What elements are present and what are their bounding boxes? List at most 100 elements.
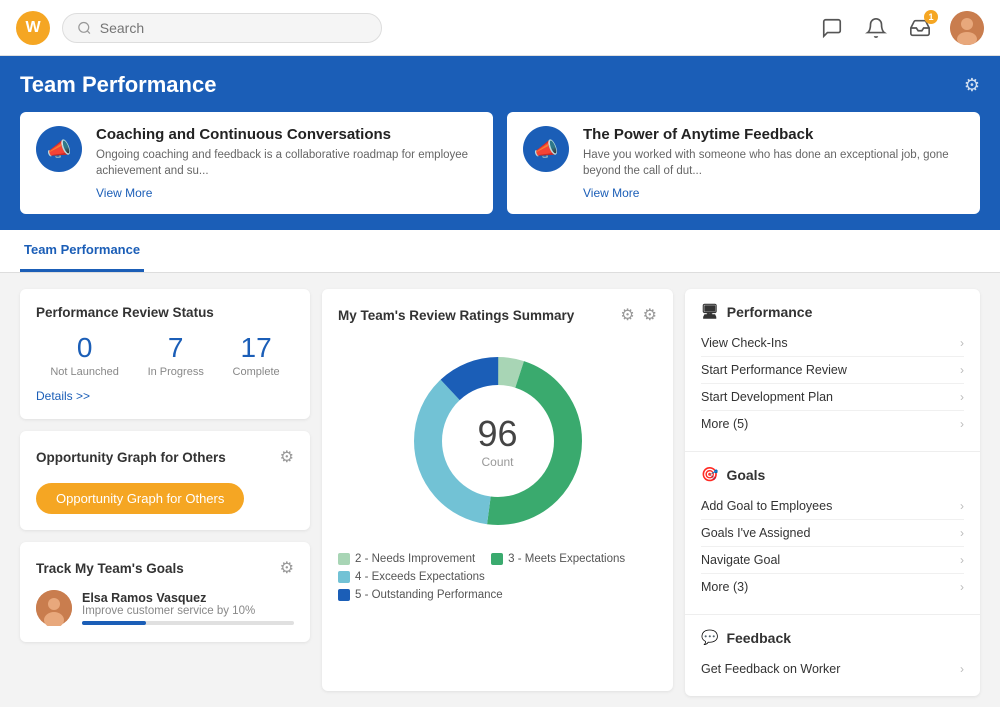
goals-section-icon: 🎯 — [701, 466, 718, 483]
coaching-link[interactable]: View More — [96, 186, 152, 200]
bell-icon — [865, 17, 887, 39]
stat-label-in-progress: In Progress — [148, 366, 204, 378]
nav-icons: 1 — [818, 11, 984, 45]
tab-team-performance[interactable]: Team Performance — [20, 230, 144, 272]
banner-card-coaching[interactable]: 📣 Coaching and Continuous Conversations … — [20, 112, 493, 214]
top-nav: W 1 — [0, 0, 1000, 56]
donut-count: 96 — [477, 413, 517, 455]
chevron-right-icon: › — [960, 417, 964, 431]
banner-settings-icon[interactable]: ⚙ — [964, 75, 980, 96]
coaching-icon: 📣 — [36, 126, 82, 172]
opp-widget-title: Opportunity Graph for Others — [36, 450, 226, 465]
right-panel: 🖥 Performance View Check-Ins › Start Per… — [685, 289, 980, 696]
chart-icons: ⚙ ⚙ — [620, 305, 657, 325]
person-goal: Improve customer service by 10% — [82, 605, 294, 617]
goals-widget-header: Track My Team's Goals ⚙ — [36, 558, 294, 578]
coaching-content: Coaching and Continuous Conversations On… — [96, 126, 477, 200]
feedback-title: The Power of Anytime Feedback — [583, 126, 964, 143]
link-get-feedback-worker[interactable]: Get Feedback on Worker › — [701, 656, 964, 682]
feedback-link[interactable]: View More — [583, 186, 639, 200]
performance-section-icon: 🖥 — [701, 303, 719, 320]
link-view-checkins[interactable]: View Check-Ins › — [701, 330, 964, 357]
legend-color-needs-improvement — [338, 553, 350, 565]
person-name: Elsa Ramos Vasquez — [82, 591, 294, 605]
legend-color-meets-expectations — [491, 553, 503, 565]
link-navigate-goal[interactable]: Navigate Goal › — [701, 547, 964, 574]
banner-cards: 📣 Coaching and Continuous Conversations … — [20, 112, 980, 214]
person-avatar-image — [36, 590, 72, 626]
filter-icon[interactable]: ⚙ — [620, 305, 634, 325]
inbox-badge: 1 — [924, 10, 938, 24]
feedback-icon: 📣 — [523, 126, 569, 172]
page-title: Team Performance — [20, 72, 216, 98]
search-input[interactable] — [100, 20, 367, 36]
legend-color-exceeds-expectations — [338, 571, 350, 583]
chevron-right-icon: › — [960, 553, 964, 567]
user-avatar[interactable] — [950, 11, 984, 45]
chevron-right-icon: › — [960, 363, 964, 377]
link-start-performance-review[interactable]: Start Performance Review › — [701, 357, 964, 384]
legend-meets-expectations: 3 - Meets Expectations — [491, 553, 625, 565]
inbox-icon-button[interactable]: 1 — [906, 14, 934, 42]
review-ratings-widget: My Team's Review Ratings Summary ⚙ ⚙ — [322, 289, 673, 691]
stat-in-progress: 7 In Progress — [148, 332, 204, 378]
goals-widget-title: Track My Team's Goals — [36, 561, 184, 576]
stat-num-complete: 17 — [233, 332, 280, 364]
chart-legend: 2 - Needs Improvement 3 - Meets Expectat… — [338, 553, 657, 601]
chart-area: 96 Count — [338, 341, 657, 541]
stat-label-not-launched: Not Launched — [50, 366, 119, 378]
feedback-desc: Have you worked with someone who has don… — [583, 147, 964, 179]
bell-icon-button[interactable] — [862, 14, 890, 42]
performance-review-widget: Performance Review Status 0 Not Launched… — [20, 289, 310, 419]
chevron-right-icon: › — [960, 499, 964, 513]
chevron-right-icon: › — [960, 526, 964, 540]
goals-settings-icon[interactable]: ⚙ — [280, 558, 294, 578]
workday-logo[interactable]: W — [16, 11, 50, 45]
review-widget-title: Performance Review Status — [36, 305, 214, 320]
coaching-title: Coaching and Continuous Conversations — [96, 126, 477, 143]
chat-icon-button[interactable] — [818, 14, 846, 42]
opp-widget-header: Opportunity Graph for Others ⚙ — [36, 447, 294, 467]
legend-exceeds-expectations: 4 - Exceeds Expectations — [338, 571, 485, 583]
right-group-feedback: 💬 Feedback Get Feedback on Worker › — [685, 615, 980, 696]
link-add-goal-employees[interactable]: Add Goal to Employees › — [701, 493, 964, 520]
link-start-development-plan[interactable]: Start Development Plan › — [701, 384, 964, 411]
chevron-right-icon: › — [960, 336, 964, 350]
chart-settings-icon[interactable]: ⚙ — [643, 305, 657, 325]
link-goals-more[interactable]: More (3) › — [701, 574, 964, 600]
progress-bar — [82, 621, 294, 625]
opportunity-graph-widget: Opportunity Graph for Others ⚙ Opportuni… — [20, 431, 310, 530]
goal-person: Elsa Ramos Vasquez Improve customer serv… — [36, 590, 294, 626]
donut-chart: 96 Count — [398, 341, 598, 541]
opportunity-graph-button[interactable]: Opportunity Graph for Others — [36, 483, 244, 514]
blue-banner: Team Performance ⚙ 📣 Coaching and Contin… — [0, 56, 1000, 230]
stat-label-complete: Complete — [233, 366, 280, 378]
coaching-desc: Ongoing coaching and feedback is a colla… — [96, 147, 477, 179]
right-group-feedback-title: 💬 Feedback — [701, 629, 964, 646]
link-performance-more[interactable]: More (5) › — [701, 411, 964, 437]
link-goals-assigned[interactable]: Goals I've Assigned › — [701, 520, 964, 547]
tabs-bar: Team Performance — [0, 230, 1000, 273]
details-link[interactable]: Details >> — [36, 389, 90, 403]
opp-settings-icon[interactable]: ⚙ — [280, 447, 294, 467]
review-stats: 0 Not Launched 7 In Progress 17 Complete — [36, 332, 294, 378]
track-goals-widget: Track My Team's Goals ⚙ Elsa Ramos Vasqu… — [20, 542, 310, 642]
banner-header: Team Performance ⚙ — [20, 72, 980, 98]
banner-card-feedback[interactable]: 📣 The Power of Anytime Feedback Have you… — [507, 112, 980, 214]
progress-fill — [82, 621, 146, 625]
right-group-performance: 🖥 Performance View Check-Ins › Start Per… — [685, 289, 980, 452]
chevron-right-icon: › — [960, 662, 964, 676]
legend-color-outstanding — [338, 589, 350, 601]
chevron-right-icon: › — [960, 390, 964, 404]
right-group-performance-title: 🖥 Performance — [701, 303, 964, 320]
right-group-goals: 🎯 Goals Add Goal to Employees › Goals I'… — [685, 452, 980, 615]
search-bar[interactable] — [62, 13, 382, 43]
stat-num-in-progress: 7 — [148, 332, 204, 364]
chart-header: My Team's Review Ratings Summary ⚙ ⚙ — [338, 305, 657, 325]
stat-complete: 17 Complete — [233, 332, 280, 378]
review-widget-header: Performance Review Status — [36, 305, 294, 320]
right-column: 🖥 Performance View Check-Ins › Start Per… — [685, 289, 980, 691]
feedback-content: The Power of Anytime Feedback Have you w… — [583, 126, 964, 200]
legend-needs-improvement: 2 - Needs Improvement — [338, 553, 475, 565]
left-column: Performance Review Status 0 Not Launched… — [20, 289, 310, 691]
